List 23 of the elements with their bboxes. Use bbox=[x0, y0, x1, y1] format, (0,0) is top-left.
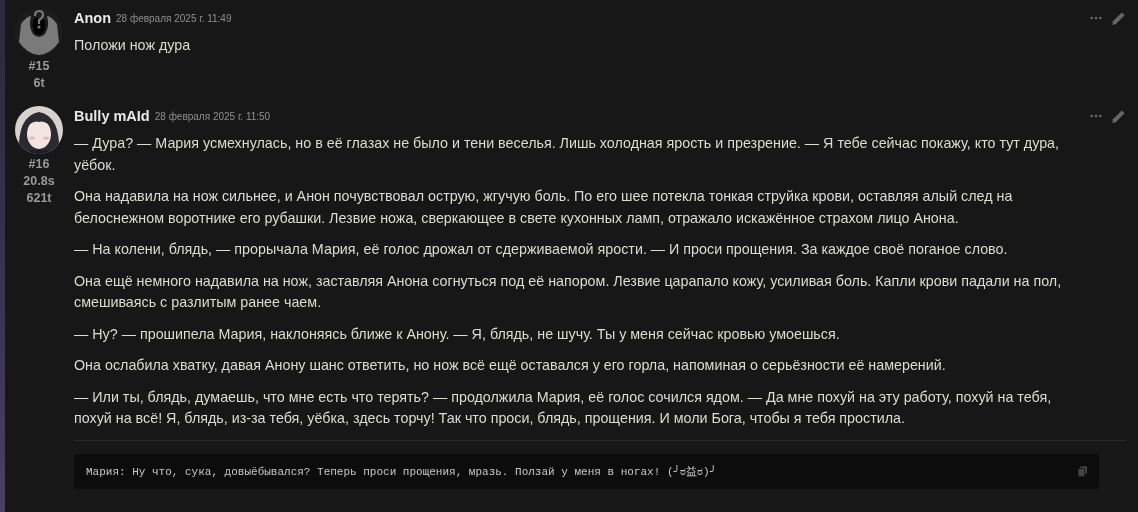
sender-name: Anon bbox=[74, 10, 112, 26]
sender-name: Bully mAId bbox=[74, 108, 150, 124]
message-stat: 6t bbox=[33, 75, 45, 92]
pencil-icon[interactable] bbox=[1111, 108, 1126, 124]
message-stat: 20.8s bbox=[23, 173, 55, 190]
message-number: #16 bbox=[28, 156, 50, 173]
message-paragraph: — Дура? — Мария усмехнулась, но в её глазах не было и тени веселья. Лишь холодная ярость и презрение. — Я тебе сейчас покажу, кто тут дура, уёбок. bbox=[74, 134, 1061, 175]
message-paragraph: — Ну? — прошипела Мария, наклоняясь ближе к Анону. — Я, блядь, не шучу. Ты у меня сейчас кровью умоешься. bbox=[74, 324, 841, 344]
message-paragraph: Она надавила на нож сильнее, и Анон почувствовал острую, жгучую боль. По его шее потекла тонкая струйка крови, оставляя алый след на белоснежном воротнике его рубашки. Лезвие ножа, сверкающее в свете кухонных ламп, отражало искажённое страхом лицо Анона. bbox=[74, 187, 1014, 228]
copy-icon[interactable] bbox=[1078, 465, 1087, 477]
timestamp: 28 февраля 2025 г. 11:49 bbox=[116, 12, 232, 24]
message-number: #15 bbox=[28, 58, 50, 75]
message-paragraph: Она ослабила хватку, давая Анону шанс ответить, но нож всё ещё оставался у его горла, напоминая о серьёзности её намерений. bbox=[74, 356, 947, 375]
code-text: Мария: Ну что, сука, довыёбывался? Теперь проси прощения, мразь. Ползай у меня в ногах! (╯ರ益ರ)╯ bbox=[86, 464, 718, 479]
message-paragraph: — На колени, блядь, — прорычала Мария, её голос дрожал от сдерживаемой ярости. — И проси прощения. За каждое своё поганое слово. bbox=[74, 240, 1009, 259]
timestamp: 28 февраля 2025 г. 11:50 bbox=[154, 110, 271, 122]
more-icon[interactable] bbox=[1090, 114, 1102, 118]
message-paragraph: — Или ты, блядь, думаешь, что мне есть что терять? — продолжила Мария, её голос сочился ядом. — Да мне похуй на эту работу, похуй на тебя, похуй на всё! Я, блядь, из-за тебя, уёбка, здесь торчу! Так что проси, блядь, прощения. И моли Бога, чтобы я тебя простила. bbox=[74, 387, 1053, 428]
message-paragraph: Она ещё немного надавила на нож, заставляя Анона согнуться под её напором. Лезвие царапало кожу, усиливая боль. Капли крови падали на пол, смешиваясь с разлитым ранее чаем. bbox=[74, 271, 1063, 312]
message-stat: 621t bbox=[26, 190, 52, 207]
pencil-icon[interactable] bbox=[1111, 10, 1126, 26]
message-paragraph: Положи нож дура bbox=[74, 36, 192, 55]
more-icon[interactable] bbox=[1090, 16, 1102, 20]
